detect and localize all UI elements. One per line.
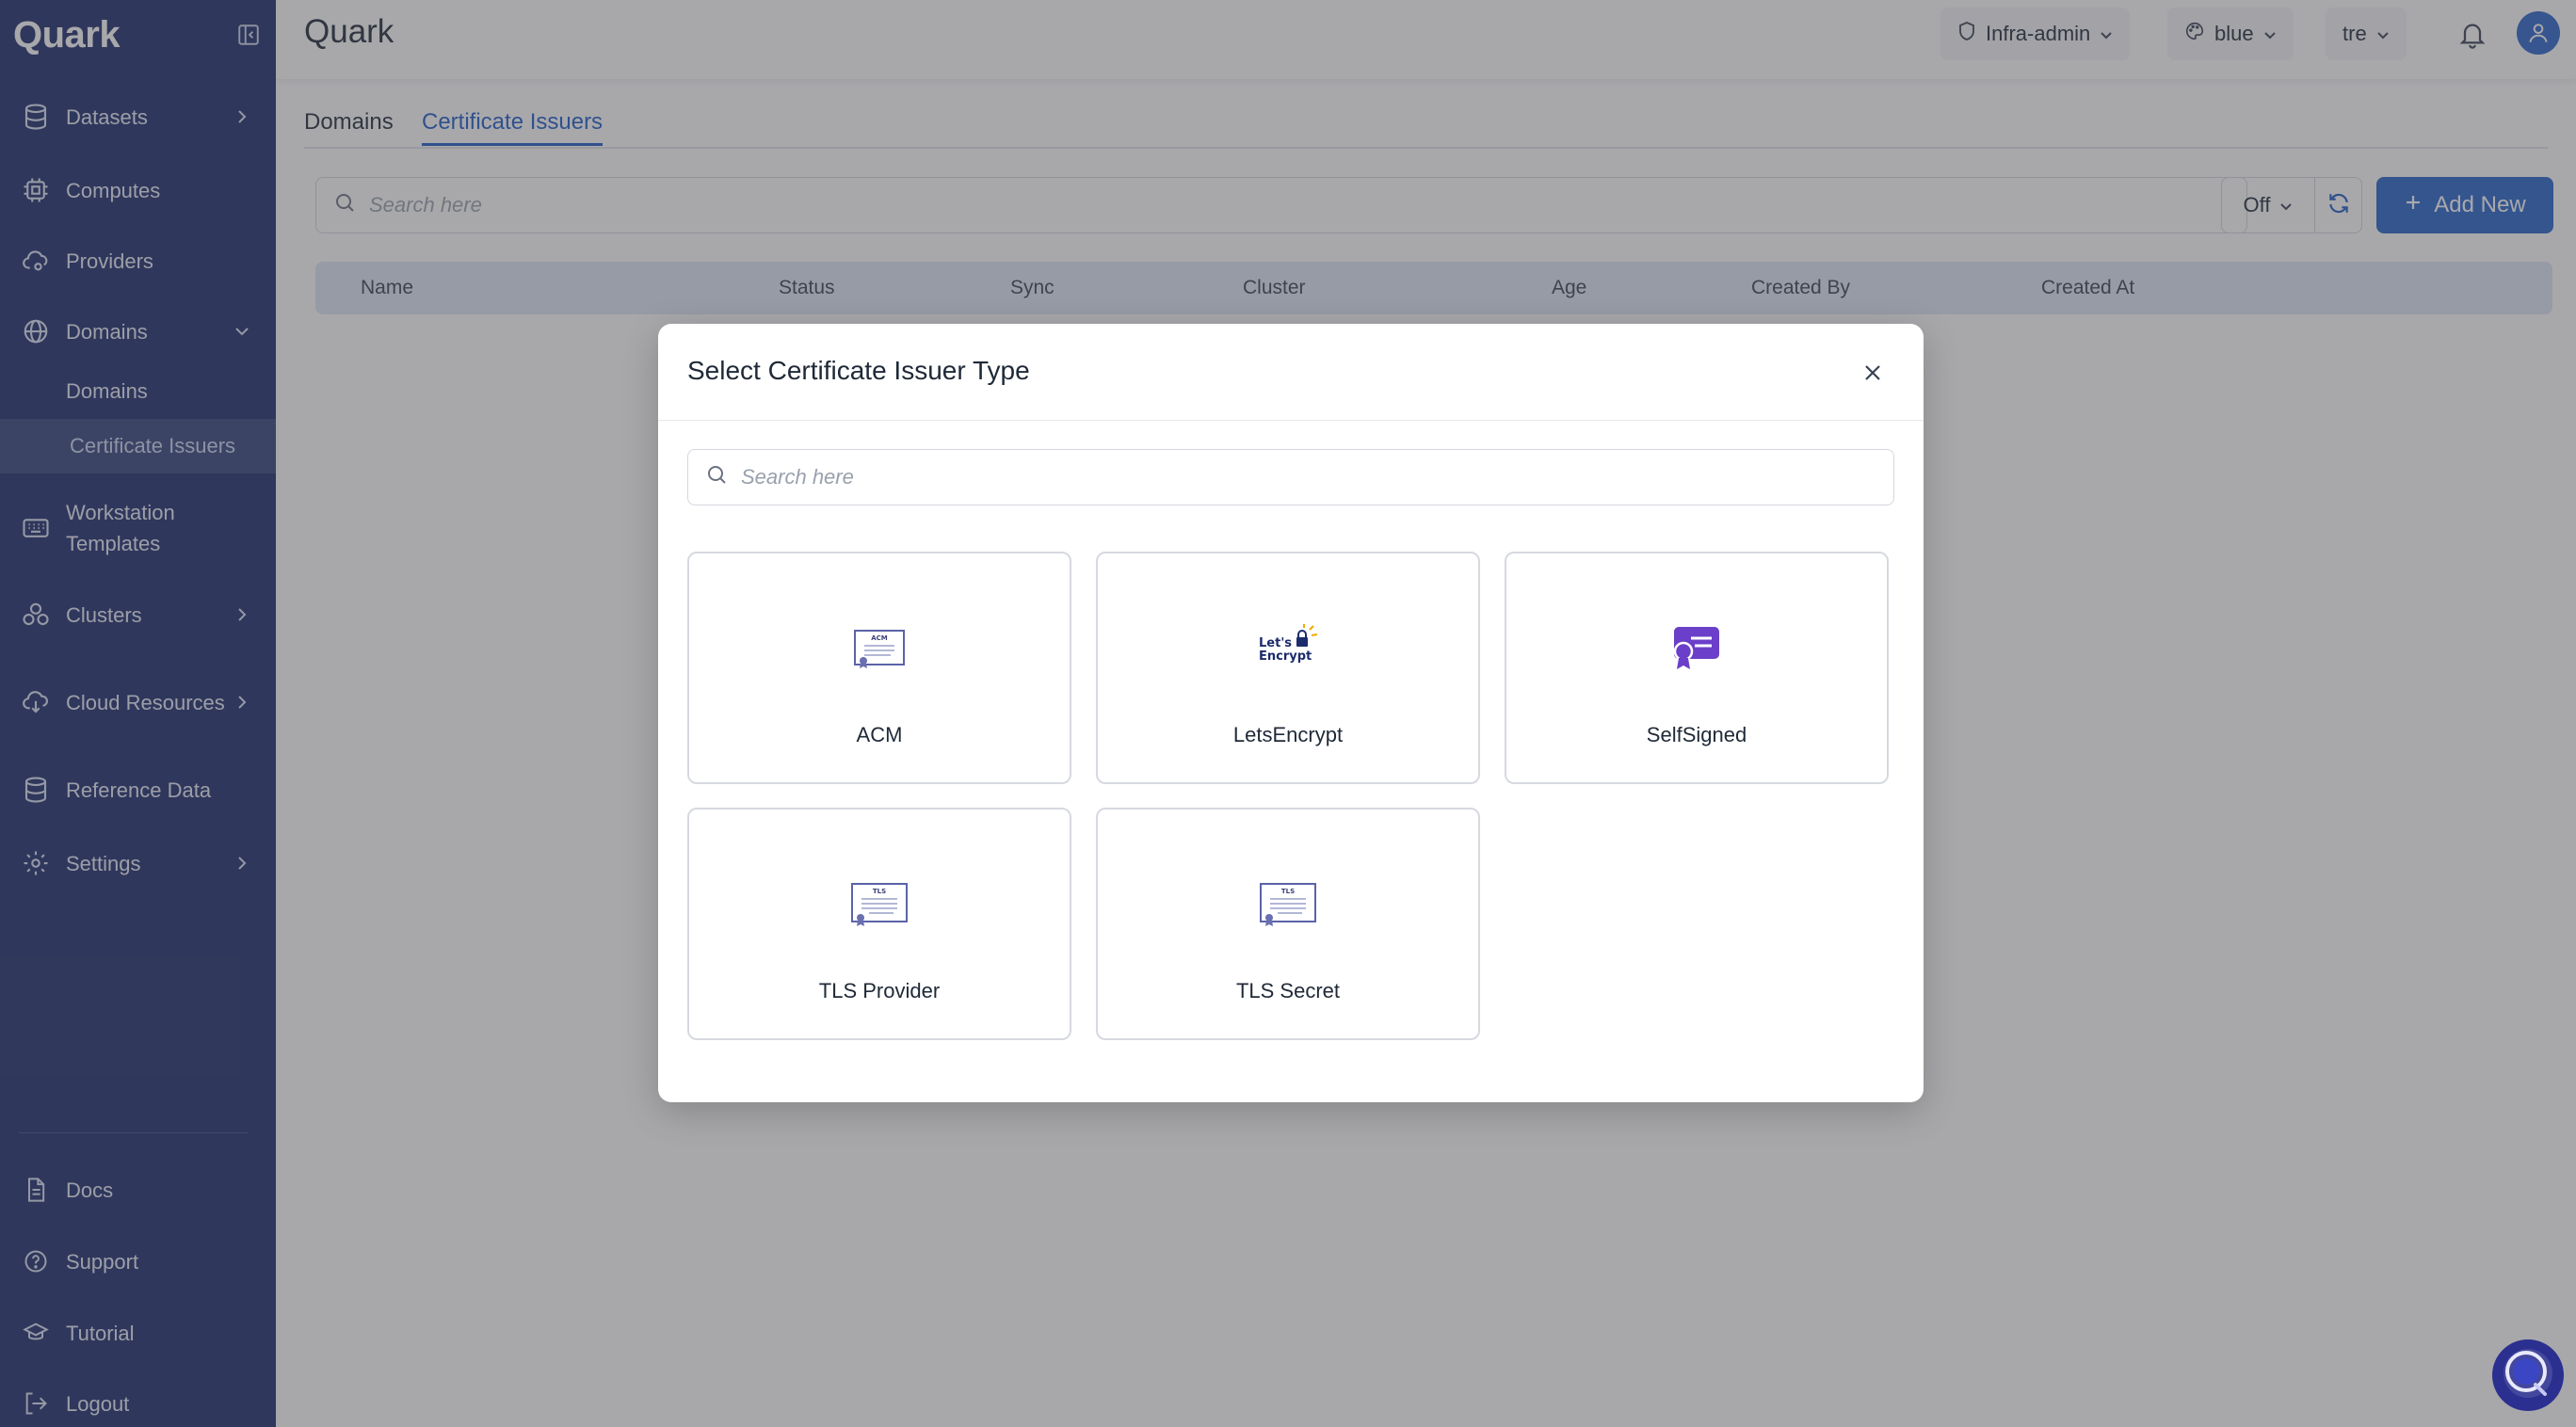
acm-certificate-icon: ACM [689, 621, 1070, 674]
chat-bubble-icon [2498, 1343, 2558, 1408]
issuer-option-label: TLS Secret [1235, 979, 1341, 1002]
dialog-search-input[interactable]: Search here [687, 449, 1894, 505]
letsencrypt-logo-icon: Let's Encrypt [1098, 621, 1478, 674]
tls-certificate-icon: TLS [1098, 877, 1478, 930]
select-issuer-type-dialog: Select Certificate Issuer Type Search he… [658, 324, 1924, 1102]
close-icon[interactable] [1860, 360, 1886, 386]
dialog-search-placeholder: Search here [741, 465, 854, 489]
tls-icon-text: TLS [873, 888, 886, 895]
issuer-option-label: SelfSigned [1646, 723, 1747, 746]
issuer-option-tls-secret[interactable]: TLS TLS Secret [1096, 808, 1480, 1040]
acm-icon-text: ACM [871, 634, 888, 642]
issuer-option-selfsigned[interactable]: SelfSigned [1505, 552, 1889, 784]
issuer-option-label: TLS Provider [818, 979, 941, 1002]
assistant-chat-button[interactable] [2492, 1339, 2564, 1411]
tls-icon-text: TLS [1281, 888, 1295, 895]
issuer-option-label: ACM [856, 723, 903, 746]
tls-certificate-icon: TLS [689, 877, 1070, 930]
issuer-option-tls-provider[interactable]: TLS TLS Provider [687, 808, 1071, 1040]
svg-text:Encrypt: Encrypt [1259, 649, 1312, 664]
issuer-option-letsencrypt[interactable]: Let's Encrypt LetsEncrypt [1096, 552, 1480, 784]
svg-text:Let's: Let's [1259, 636, 1292, 650]
issuer-option-label: LetsEncrypt [1232, 723, 1344, 746]
dialog-header: Select Certificate Issuer Type [658, 324, 1924, 421]
dialog-title: Select Certificate Issuer Type [687, 356, 1030, 385]
self-signed-certificate-icon [1506, 621, 1887, 674]
search-icon [705, 463, 728, 491]
issuer-option-acm[interactable]: ACM ACM [687, 552, 1071, 784]
